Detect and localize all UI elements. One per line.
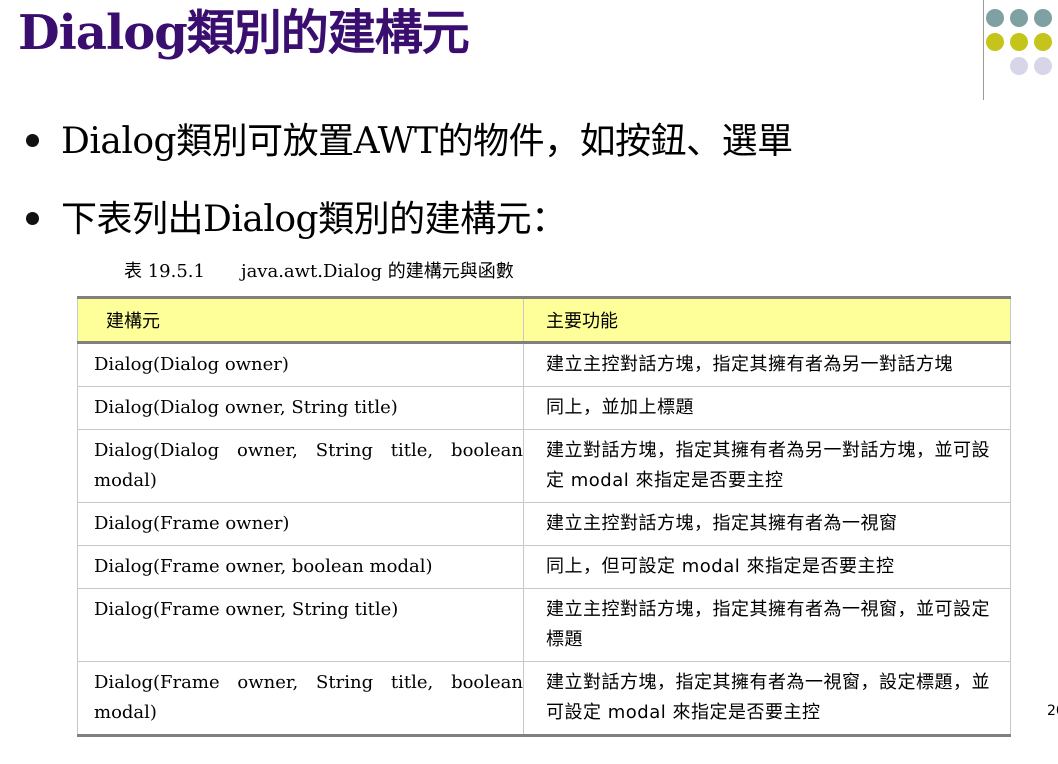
header-constructor: 建構元 [77, 296, 524, 344]
decorative-dot [986, 9, 1004, 27]
constructor-signature: Dialog(Dialog owner, String title, boole… [77, 429, 524, 503]
bullet-item: Dialog類別可放置AWT的物件，如按鈕、選單 [26, 118, 793, 166]
decorative-dot [1034, 9, 1052, 27]
bullet-text: 下表列出Dialog類別的建構元： [61, 199, 567, 240]
constructor-signature: Dialog(Dialog owner) [77, 342, 524, 387]
constructor-signature: Dialog(Frame owner, String title) [77, 588, 524, 662]
constructor-signature: Dialog(Frame owner) [77, 502, 524, 546]
constructor-description: 同上，並加上標題 [523, 386, 1011, 430]
table-row: Dialog(Frame owner, String title, boolea… [77, 661, 1011, 737]
decorative-dot [1010, 33, 1028, 51]
bullet-item: 下表列出Dialog類別的建構元： [26, 196, 567, 244]
constructor-description: 建立主控對話方塊，指定其擁有者為一視窗 [523, 502, 1011, 546]
caption-label: 表 19.5.1 [124, 261, 205, 282]
constructor-description: 同上，但可設定 modal 來指定是否要主控 [523, 545, 1011, 589]
slide-title: Dialog類別的建構元 [18, 5, 470, 61]
bullet-dot-icon [26, 133, 39, 147]
constructor-signature: Dialog(Frame owner, boolean modal) [77, 545, 524, 589]
decorative-dot [1034, 33, 1052, 51]
constructor-signature: Dialog(Frame owner, String title, boolea… [77, 661, 524, 737]
constructor-description: 建立對話方塊，指定其擁有者為一視窗，設定標題，並可設定 modal 來指定是否要… [523, 661, 1011, 737]
caption-text: java.awt.Dialog 的建構元與函數 [240, 261, 514, 282]
table-header-row: 建構元 主要功能 [77, 296, 1011, 344]
decorative-dot [986, 33, 1004, 51]
table-row: Dialog(Dialog owner, String title) 同上，並加上… [77, 386, 1011, 430]
table-row: Dialog(Dialog owner) 建立主控對話方塊，指定其擁有者為另一對話… [77, 342, 1011, 387]
table-row: Dialog(Frame owner, String title) 建立主控對話方… [77, 588, 1011, 662]
constructor-description: 建立主控對話方塊，指定其擁有者為另一對話方塊 [523, 342, 1011, 387]
header-function: 主要功能 [523, 296, 1011, 344]
divider-line [983, 0, 984, 100]
decorative-dot [1010, 57, 1028, 75]
decorative-dot [1010, 9, 1028, 27]
constructor-signature: Dialog(Dialog owner, String title) [77, 386, 524, 430]
constructor-table: 建構元 主要功能 Dialog(Dialog owner) 建立主控對話方塊，指定… [77, 296, 1011, 737]
bullet-text: Dialog類別可放置AWT的物件，如按鈕、選單 [61, 121, 793, 162]
table-caption: 表 19.5.1 java.awt.Dialog 的建構元與函數 [124, 260, 514, 284]
constructor-description: 建立對話方塊，指定其擁有者為另一對話方塊，並可設定 modal 來指定是否要主控 [523, 429, 1011, 503]
table-row: Dialog(Frame owner) 建立主控對話方塊，指定其擁有者為一視窗 [77, 502, 1011, 546]
table-row: Dialog(Dialog owner, String title, boole… [77, 429, 1011, 503]
constructor-description: 建立主控對話方塊，指定其擁有者為一視窗，並可設定標題 [523, 588, 1011, 662]
page-number: 20 [1047, 703, 1058, 719]
decorative-dot [1034, 57, 1052, 75]
bullet-dot-icon [26, 211, 39, 225]
table-row: Dialog(Frame owner, boolean modal) 同上，但可設… [77, 545, 1011, 589]
decorative-dots [986, 9, 1052, 75]
